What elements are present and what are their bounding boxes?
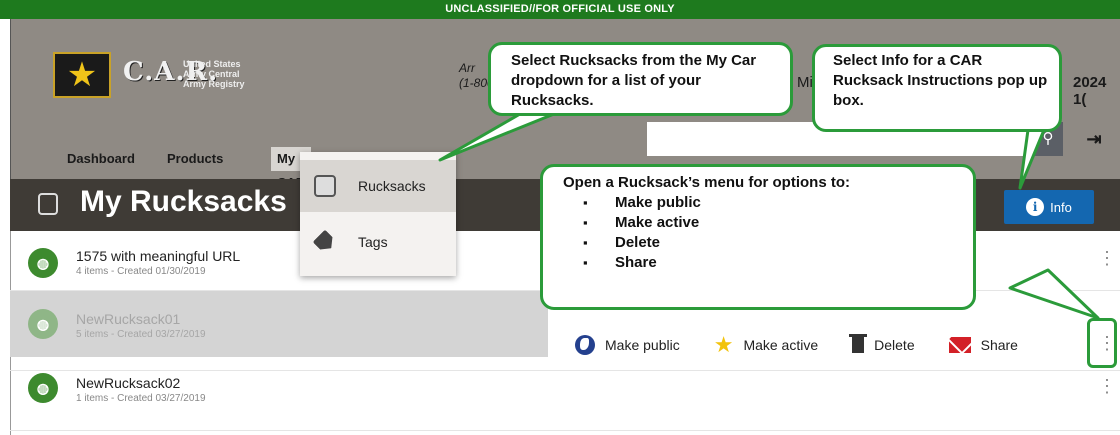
search-icon: ⚲ xyxy=(1042,130,1054,147)
rucksack-actions-menu: Make public ★ Make active Delete Share xyxy=(575,330,1052,360)
share-label: Share xyxy=(980,337,1018,353)
callout-menu-list: Make public Make active Delete Share xyxy=(563,193,963,273)
rucksack-title: NewRucksack02 xyxy=(76,375,181,391)
list-item[interactable]: ◍ NewRucksack02 1 items - Created 03/27/… xyxy=(10,371,1120,431)
rucksack-icon xyxy=(38,193,58,215)
rucksack-subtitle: 4 items - Created 01/30/2019 xyxy=(76,266,206,277)
callout-menu: Open a Rucksack’s menu for options to: M… xyxy=(540,164,976,310)
globe-icon xyxy=(575,335,595,355)
callout-rucksacks-text: Select Rucksacks from the My Car dropdow… xyxy=(511,52,757,109)
my-car-dropdown: Rucksacks Tags xyxy=(300,152,456,276)
logout-icon: ⇥ xyxy=(1086,129,1102,149)
make-public-button[interactable]: Make public xyxy=(575,335,680,355)
rucksack-title: NewRucksack01 xyxy=(76,311,181,327)
callout-info-text: Select Info for a CAR Rucksack Instructi… xyxy=(833,52,1048,109)
nav-dashboard[interactable]: Dashboard xyxy=(61,147,141,171)
callout-menu-body: Open a Rucksack’s menu for options to: M… xyxy=(563,173,963,273)
info-button[interactable]: i Info xyxy=(1004,190,1094,224)
delete-button[interactable]: Delete xyxy=(849,334,915,353)
kebab-highlight xyxy=(1087,318,1117,368)
army-star-logo[interactable]: ★ xyxy=(53,52,111,98)
star-icon: ★ xyxy=(66,56,98,94)
trash-icon xyxy=(849,334,868,353)
info-icon: i xyxy=(1026,198,1045,216)
backpack-icon: ◍ xyxy=(28,309,58,339)
kebab-menu-icon[interactable]: ⋮ xyxy=(1098,377,1116,395)
make-public-label: Make public xyxy=(605,337,680,353)
backpack-icon: ◍ xyxy=(28,248,58,278)
callout-menu-option: Make public xyxy=(563,193,963,213)
brand-subtitle: United States Army Central Army Registry xyxy=(183,59,245,89)
mail-icon xyxy=(948,337,971,353)
callout-menu-option: Delete xyxy=(563,233,963,253)
callout-menu-option: Make active xyxy=(563,213,963,233)
callout-menu-title: Open a Rucksack’s menu for options to: xyxy=(563,174,850,191)
callout-info: Select Info for a CAR Rucksack Instructi… xyxy=(812,44,1062,132)
kebab-menu-icon[interactable]: ⋮ xyxy=(1098,249,1116,267)
dropdown-item-rucksacks[interactable]: Rucksacks xyxy=(300,160,456,212)
info-button-label: Info xyxy=(1050,199,1072,215)
logout-button[interactable]: ⇥ xyxy=(1077,122,1111,156)
rucksack-title: 1575 with meaningful URL xyxy=(76,248,241,264)
delete-label: Delete xyxy=(874,337,915,353)
dropdown-label: Tags xyxy=(358,234,388,250)
tag-icon xyxy=(313,230,338,255)
callout-menu-option: Share xyxy=(563,253,963,273)
make-active-button[interactable]: ★ Make active xyxy=(713,332,819,357)
dropdown-item-tags[interactable]: Tags xyxy=(300,216,456,268)
header-date: 2024 1( xyxy=(1073,74,1107,108)
make-active-label: Make active xyxy=(743,337,819,353)
nav-products[interactable]: Products xyxy=(161,147,229,171)
dropdown-label: Rucksacks xyxy=(358,178,426,194)
header-info-right: Mi xyxy=(797,74,813,91)
backpack-icon: ◍ xyxy=(28,373,58,403)
classification-banner: UNCLASSIFIED//FOR OFFICIAL USE ONLY xyxy=(0,0,1120,19)
rucksack-icon xyxy=(314,175,336,197)
share-button[interactable]: Share xyxy=(948,337,1018,353)
rucksack-subtitle: 5 items - Created 03/27/2019 xyxy=(76,329,206,340)
page-title: My Rucksacks xyxy=(80,185,287,218)
callout-rucksacks: Select Rucksacks from the My Car dropdow… xyxy=(488,42,793,116)
rucksack-subtitle: 1 items - Created 03/27/2019 xyxy=(76,393,206,404)
star-icon: ★ xyxy=(713,332,734,357)
